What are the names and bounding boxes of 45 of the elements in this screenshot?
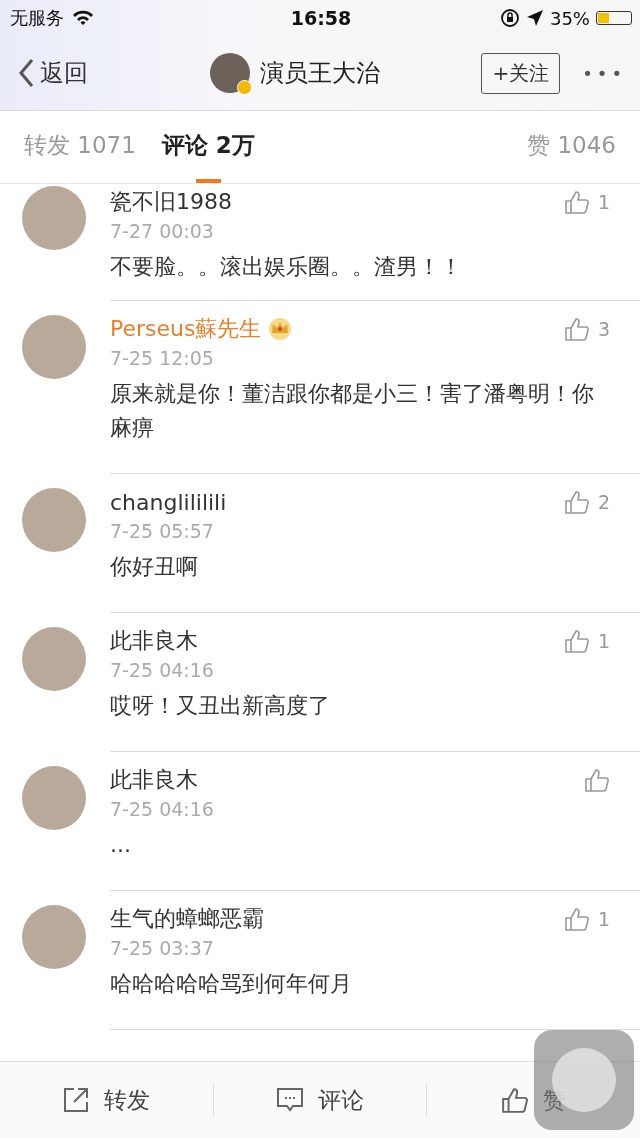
- crown-icon: [267, 317, 294, 341]
- thumbs-up-icon: [563, 628, 590, 654]
- comment-text: 哎呀！又丑出新高度了: [110, 692, 331, 720]
- avatar: [209, 53, 250, 93]
- comment-icon: [276, 1086, 304, 1114]
- like-button[interactable]: [584, 767, 610, 793]
- toolbar-button[interactable]: 转发: [0, 1084, 213, 1116]
- battery-percent: 35%: [549, 7, 590, 29]
- thumbs-up-icon: [501, 1086, 530, 1114]
- comment-time: 7-25 04:16: [110, 798, 215, 820]
- comment-text: 原来就是你！董洁跟你都是小三！害了潘粤明！你麻痹: [110, 380, 595, 442]
- rotation-lock-icon: [499, 8, 520, 28]
- comment-time: 7-25 03:37: [110, 937, 215, 959]
- chevron-left-icon: [18, 58, 34, 88]
- thumbs-up-icon: [563, 189, 590, 215]
- username[interactable]: 瓷不旧1988: [110, 187, 232, 217]
- follow-button[interactable]: +关注: [481, 52, 561, 94]
- status-time: 16:58: [290, 7, 352, 29]
- battery-icon: [596, 11, 632, 25]
- toolbar-button[interactable]: 评论: [213, 1084, 427, 1116]
- back-button[interactable]: 返回: [18, 57, 88, 89]
- location-arrow-icon: [525, 9, 544, 27]
- wifi-icon: [72, 10, 94, 26]
- username[interactable]: 此非良木: [110, 626, 198, 656]
- username[interactable]: changlililili: [110, 489, 227, 515]
- carrier-label: 无服务: [10, 6, 64, 30]
- thumbs-up-icon: [563, 489, 590, 515]
- more-button[interactable]: •••: [582, 62, 626, 84]
- comment-time: 7-25 05:57: [110, 520, 215, 542]
- thumbs-up-icon: [563, 906, 590, 932]
- assistive-touch-button[interactable]: [534, 1030, 634, 1130]
- comment-text: 不要脸。。滚出娱乐圈。。渣男！！: [110, 253, 463, 281]
- share-icon: [62, 1086, 91, 1114]
- comment-time: 7-27 00:03: [110, 220, 215, 242]
- thumbs-up-icon: [584, 767, 610, 793]
- tab[interactable]: 评论 2万: [161, 111, 255, 183]
- comment-time: 7-25 04:16: [110, 659, 215, 681]
- thumbs-up-icon: [563, 316, 590, 342]
- comment-time: 7-25 12:05: [110, 347, 215, 369]
- username[interactable]: 生气的蟑螂恶霸: [110, 904, 264, 934]
- comment-text: 你好丑啊: [110, 553, 199, 581]
- comment-text: 哈哈哈哈哈骂到何年何月: [110, 970, 353, 998]
- username[interactable]: 此非良木: [110, 765, 198, 795]
- profile-name: 演员王大治: [259, 58, 380, 89]
- comment-text: ...: [110, 831, 132, 859]
